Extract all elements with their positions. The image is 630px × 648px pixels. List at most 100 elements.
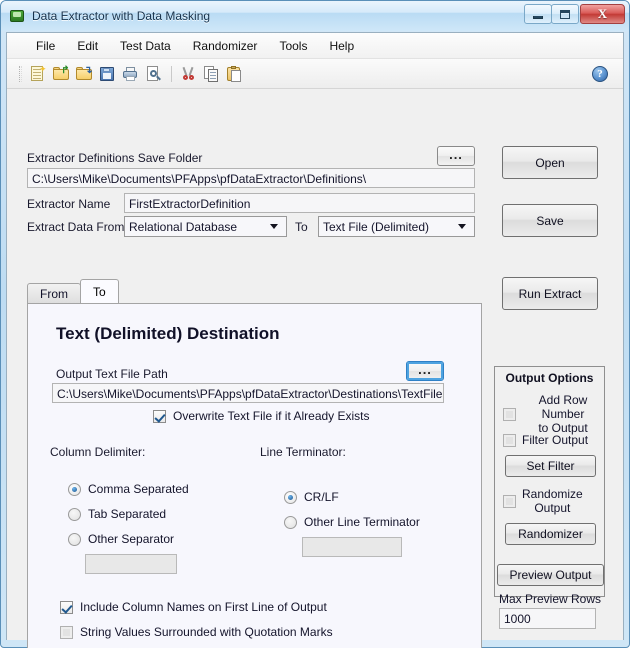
- menu-edit[interactable]: Edit: [66, 36, 109, 56]
- chevron-down-icon: [458, 224, 466, 229]
- save-folder-browse-button[interactable]: ...: [437, 146, 475, 166]
- maximize-button[interactable]: [551, 4, 579, 24]
- run-extract-button[interactable]: Run Extract: [502, 277, 598, 310]
- close-button[interactable]: X: [580, 4, 625, 24]
- minimize-button[interactable]: [524, 4, 552, 24]
- client-area: File Edit Test Data Randomizer Tools Hel…: [6, 32, 624, 648]
- add-row-number-label-line1: Add Row Number: [538, 393, 588, 421]
- extractor-name-input[interactable]: FirstExtractorDefinition: [124, 193, 475, 213]
- randomizer-button[interactable]: Randomizer: [505, 523, 596, 545]
- radio-crlf-row[interactable]: CR/LF: [284, 490, 339, 504]
- minimize-icon: [533, 15, 543, 19]
- radio-crlf-label: CR/LF: [304, 490, 339, 504]
- radio-other-line-terminator-row[interactable]: Other Line Terminator: [284, 515, 420, 529]
- radio-crlf[interactable]: [284, 490, 297, 504]
- radio-tab-separated-row[interactable]: Tab Separated: [68, 507, 166, 521]
- randomize-output-label-line1: Randomize: [522, 487, 583, 501]
- extract-data-from-label: Extract Data From: [27, 220, 125, 234]
- tab-from[interactable]: From: [27, 283, 81, 303]
- window-controls: X: [524, 4, 625, 24]
- quote-strings-checkbox[interactable]: [60, 625, 73, 639]
- add-row-number-checkbox[interactable]: [503, 407, 516, 421]
- save-folder-icon[interactable]: ↴: [73, 63, 95, 85]
- radio-other-separator-label: Other Separator: [88, 532, 175, 546]
- copy-icon[interactable]: [201, 63, 223, 85]
- output-path-input[interactable]: C:\Users\Mike\Documents\PFApps\pfDataExt…: [52, 383, 444, 403]
- toolbar: ✦ ↱ ↴ ?: [7, 59, 623, 89]
- to-label: To: [295, 220, 308, 234]
- include-column-names-label: Include Column Names on First Line of Ou…: [80, 600, 327, 614]
- radio-comma-separated-label: Comma Separated: [88, 482, 189, 496]
- radio-comma-separated[interactable]: [68, 482, 81, 496]
- open-button[interactable]: Open: [502, 146, 598, 179]
- menu-bar: File Edit Test Data Randomizer Tools Hel…: [7, 33, 623, 59]
- extractor-name-label: Extractor Name: [27, 197, 111, 211]
- extract-to-dropdown[interactable]: Text File (Delimited): [318, 216, 475, 237]
- cut-icon[interactable]: [178, 63, 200, 85]
- max-preview-rows-label: Max Preview Rows: [499, 592, 602, 606]
- menu-file[interactable]: File: [25, 36, 66, 56]
- database-icon: [9, 8, 25, 24]
- randomize-output-row[interactable]: Randomize Output: [503, 487, 583, 515]
- menu-test-data[interactable]: Test Data: [109, 36, 182, 56]
- quote-strings-row[interactable]: String Values Surrounded with Quotation …: [60, 625, 333, 639]
- print-icon[interactable]: [119, 63, 141, 85]
- menu-randomizer[interactable]: Randomizer: [182, 36, 269, 56]
- tab-to[interactable]: To: [80, 279, 119, 303]
- overwrite-checkbox[interactable]: [153, 409, 166, 423]
- randomize-output-checkbox[interactable]: [503, 494, 516, 508]
- menu-tools[interactable]: Tools: [268, 36, 318, 56]
- toolbar-grip[interactable]: [19, 65, 22, 82]
- output-options-group: Output Options Add Row Number to Output …: [494, 366, 605, 597]
- form-body: Extractor Definitions Save Folder ... C:…: [7, 89, 623, 648]
- other-line-terminator-input[interactable]: [302, 537, 402, 557]
- extract-to-value: Text File (Delimited): [323, 219, 430, 234]
- menu-help[interactable]: Help: [318, 36, 365, 56]
- radio-tab-separated-label: Tab Separated: [88, 507, 167, 521]
- max-preview-rows-input[interactable]: 1000: [499, 608, 596, 629]
- output-path-browse-button[interactable]: ...: [406, 361, 444, 381]
- quote-strings-label: String Values Surrounded with Quotation …: [80, 625, 333, 639]
- radio-other-line-terminator-label: Other Line Terminator: [304, 515, 420, 529]
- application-window: Data Extractor with Data Masking X File …: [0, 0, 630, 648]
- output-path-label: Output Text File Path: [56, 367, 168, 381]
- filter-output-row[interactable]: Filter Output: [503, 433, 588, 447]
- column-delimiter-label: Column Delimiter:: [50, 445, 146, 459]
- radio-other-separator[interactable]: [68, 532, 81, 546]
- tab-strip: From To: [27, 279, 119, 303]
- overwrite-checkbox-row[interactable]: Overwrite Text File if it Already Exists: [153, 409, 370, 423]
- randomize-output-label-line2: Output: [534, 501, 571, 515]
- help-button[interactable]: ?: [589, 63, 611, 85]
- save-folder-input[interactable]: C:\Users\Mike\Documents\PFApps\pfDataExt…: [27, 168, 475, 188]
- new-icon[interactable]: ✦: [27, 63, 49, 85]
- overwrite-label: Overwrite Text File if it Already Exists: [173, 409, 370, 423]
- open-folder-icon[interactable]: ↱: [50, 63, 72, 85]
- other-separator-input[interactable]: [85, 554, 177, 574]
- to-tab-panel: Text (Delimited) Destination Output Text…: [27, 303, 482, 648]
- include-column-names-checkbox[interactable]: [60, 600, 73, 614]
- include-column-names-row[interactable]: Include Column Names on First Line of Ou…: [60, 600, 327, 614]
- print-preview-icon[interactable]: [142, 63, 164, 85]
- radio-comma-separated-row[interactable]: Comma Separated: [68, 482, 189, 496]
- extract-from-dropdown[interactable]: Relational Database: [124, 216, 287, 237]
- save-floppy-icon[interactable]: [96, 63, 118, 85]
- toolbar-separator: [171, 65, 172, 82]
- destination-heading: Text (Delimited) Destination: [56, 324, 280, 343]
- question-mark-icon: ?: [592, 66, 608, 82]
- save-folder-label: Extractor Definitions Save Folder: [27, 151, 203, 165]
- add-row-number-row[interactable]: Add Row Number to Output: [503, 393, 604, 435]
- paste-icon[interactable]: [224, 63, 246, 85]
- preview-output-button[interactable]: Preview Output: [497, 564, 604, 586]
- radio-other-separator-row[interactable]: Other Separator: [68, 532, 174, 546]
- maximize-icon: [560, 9, 570, 19]
- filter-output-checkbox[interactable]: [503, 433, 516, 447]
- title-bar: Data Extractor with Data Masking X: [1, 1, 629, 31]
- radio-other-line-terminator[interactable]: [284, 515, 297, 529]
- output-options-title: Output Options: [505, 371, 594, 385]
- chevron-down-icon: [270, 224, 278, 229]
- set-filter-button[interactable]: Set Filter: [505, 455, 596, 477]
- extract-from-value: Relational Database: [129, 219, 238, 234]
- radio-tab-separated[interactable]: [68, 507, 81, 521]
- save-button[interactable]: Save: [502, 204, 598, 237]
- close-icon: X: [597, 6, 608, 21]
